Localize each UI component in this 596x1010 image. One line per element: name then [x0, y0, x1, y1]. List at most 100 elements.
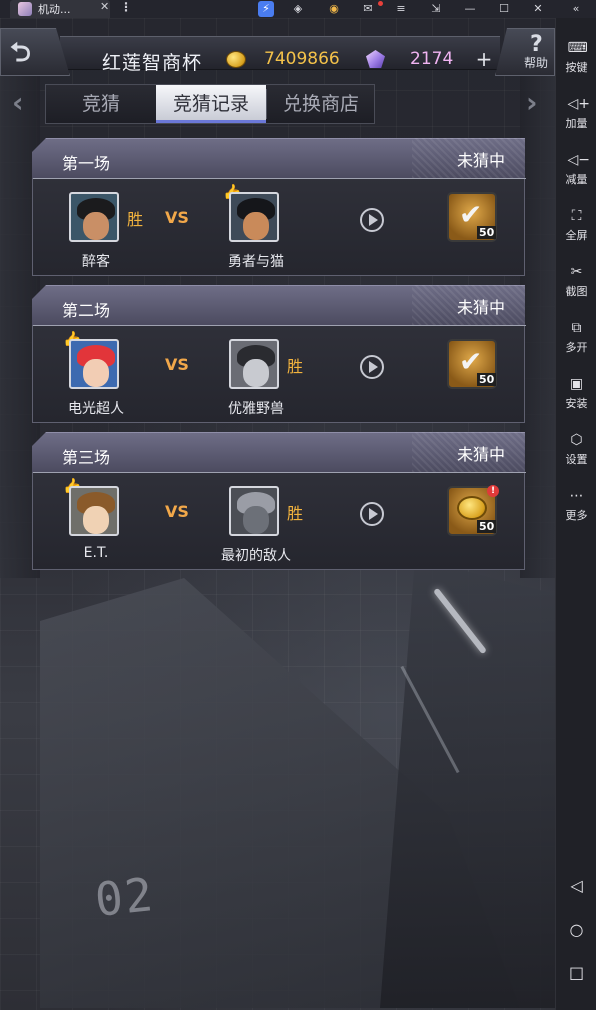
- mail-icon[interactable]: ✉: [360, 1, 376, 17]
- fighter-avatar-right[interactable]: [229, 192, 279, 242]
- avatar-face: [243, 506, 269, 534]
- sidebar-item-label: 全屏: [565, 229, 588, 242]
- sidebar-item-label: 多开: [565, 341, 588, 354]
- fighter-name-right: 最初的敌人: [221, 548, 291, 564]
- close-icon[interactable]: ✕: [530, 1, 546, 17]
- replay-button[interactable]: [360, 355, 384, 379]
- maximize-icon[interactable]: ☐: [496, 1, 512, 17]
- sidebar-item-keymap[interactable]: ⌨ 按键: [556, 40, 596, 75]
- menu-icon[interactable]: ≡: [393, 1, 409, 17]
- match-title: 第二场: [62, 301, 111, 320]
- sidebar-item-install-apk[interactable]: ▣ 安装: [556, 376, 596, 411]
- more-icon: ⋯: [569, 488, 584, 504]
- tab-prev-chevron-icon[interactable]: ‹: [12, 86, 24, 119]
- avatar-face: [243, 359, 269, 387]
- add-currency-button[interactable]: +: [474, 49, 494, 70]
- app-tab[interactable]: 机动... ✕: [10, 0, 110, 18]
- android-back-icon[interactable]: ◁: [556, 876, 596, 895]
- sidebar-item-volume-up[interactable]: ◁+ 加量: [556, 96, 596, 131]
- reward-item[interactable]: ✔ 50: [447, 192, 497, 242]
- gold-coins-icon: [457, 496, 487, 520]
- pin-icon[interactable]: ⇲: [428, 1, 444, 17]
- tab-guess[interactable]: 竞猜: [46, 85, 156, 123]
- match-status: 未猜中: [457, 445, 506, 464]
- boost-icon[interactable]: ⚡: [258, 1, 274, 17]
- avatar-face: [83, 359, 109, 387]
- collapse-sidebar-icon[interactable]: «: [568, 1, 584, 17]
- fighter-avatar-left[interactable]: [69, 339, 119, 389]
- help-label[interactable]: 帮助: [524, 54, 548, 71]
- fullscreen-icon: ⛶: [571, 208, 582, 224]
- tab-bar: 竞猜 竞猜记录 兑换商店: [45, 84, 375, 124]
- match-card: 第一场 未猜中 胜 VS 👍 醉客 勇者与猫 ✔ 50: [32, 138, 526, 276]
- avatar-face: [83, 212, 109, 240]
- avatar-face: [243, 212, 269, 240]
- game-screen: 02 ⮌ 红莲智商杯 7409866 2174 + ? 帮助 ‹ 竞猜 竞猜记录…: [0, 18, 555, 1010]
- emulator-sidebar: ⌨ 按键 ◁+ 加量 ◁− 减量 ⛶ 全屏 ✂ 截图 ⧉ 多开 ▣ 安装 ⬡ 设: [555, 18, 596, 1010]
- multi-instance-icon: ⧉: [571, 320, 582, 336]
- emulator-window: 机动... ✕ ⋮ ⚡ ◈ ◉ ✉ ≡ ⇲ — ☐ ✕ « 02 ⮌ 红莲智商杯: [0, 0, 596, 1010]
- scissors-icon: ✂: [570, 264, 583, 280]
- winner-tag: 胜: [287, 504, 304, 523]
- sidebar-item-screenshot[interactable]: ✂ 截图: [556, 264, 596, 299]
- tab-exchange-shop[interactable]: 兑换商店: [267, 85, 375, 123]
- sidebar-item-label: 设置: [565, 453, 588, 466]
- reward-item[interactable]: 50 !: [447, 485, 499, 536]
- volume-down-icon: ◁−: [567, 152, 591, 168]
- tab-title: 机动...: [38, 3, 71, 16]
- sidebar-item-label: 减量: [565, 173, 588, 186]
- sidebar-item-settings[interactable]: ⬡ 设置: [556, 432, 596, 467]
- fighter-name-left: E.T.: [83, 545, 109, 561]
- coin-balance: 7409866: [264, 49, 340, 69]
- minimize-icon[interactable]: —: [462, 1, 478, 17]
- match-card-body: 👍 VS 胜 电光超人 优雅野兽 ✔ 50: [32, 325, 526, 423]
- android-recents-icon[interactable]: □: [556, 963, 596, 982]
- gem-balance: 2174: [410, 49, 454, 69]
- match-card: 第三场 未猜中 👍 VS 胜 E.T. 最初的敌人 5: [32, 432, 526, 570]
- background-mech-number: 02: [92, 867, 158, 927]
- sidebar-item-more[interactable]: ⋯ 更多: [556, 488, 596, 523]
- match-status: 未猜中: [457, 151, 506, 170]
- sidebar-item-label: 截图: [565, 285, 588, 298]
- sidebar-item-fullscreen[interactable]: ⛶ 全屏: [556, 208, 596, 243]
- vs-label: VS: [165, 208, 189, 227]
- vs-label: VS: [165, 355, 189, 374]
- sidebar-item-label: 按键: [565, 61, 588, 74]
- coin-icon: [226, 51, 246, 68]
- sidebar-item-label: 更多: [565, 509, 588, 522]
- fighter-avatar-right[interactable]: [229, 339, 279, 389]
- fighter-name-right: 勇者与猫: [228, 254, 284, 270]
- tab-next-chevron-icon[interactable]: ›: [526, 86, 538, 119]
- emulator-logo-icon[interactable]: ◉: [326, 1, 342, 17]
- match-title: 第三场: [62, 448, 111, 467]
- winner-tag: 胜: [287, 357, 304, 376]
- replay-button[interactable]: [360, 208, 384, 232]
- fighter-avatar-left[interactable]: [69, 486, 119, 536]
- reward-quantity: 50: [477, 520, 497, 533]
- back-arrow-icon[interactable]: ⮌: [10, 34, 31, 78]
- reward-quantity: 50: [477, 226, 497, 239]
- replay-button[interactable]: [360, 502, 384, 526]
- keyboard-icon: ⌨: [567, 40, 588, 56]
- sidebar-item-multi-instance[interactable]: ⧉ 多开: [556, 320, 596, 355]
- match-title: 第一场: [62, 154, 111, 173]
- fighter-avatar-left[interactable]: [69, 192, 119, 242]
- sidebar-item-label: 加量: [565, 117, 588, 130]
- match-card-body: 胜 VS 👍 醉客 勇者与猫 ✔ 50: [32, 178, 526, 276]
- gamepad-icon[interactable]: ◈: [290, 1, 306, 17]
- tab-guess-history[interactable]: 竞猜记录: [156, 85, 266, 123]
- more-vertical-icon[interactable]: ⋮: [120, 0, 132, 14]
- tab-close-icon[interactable]: ✕: [100, 0, 109, 13]
- sidebar-item-volume-down[interactable]: ◁− 减量: [556, 152, 596, 187]
- match-card-body: 👍 VS 胜 E.T. 最初的敌人 50 !: [32, 472, 526, 570]
- reward-quantity: 50: [477, 373, 497, 386]
- android-home-icon[interactable]: ○: [556, 920, 596, 939]
- gear-icon: ⬡: [570, 432, 583, 448]
- app-icon: [18, 2, 32, 16]
- reward-item[interactable]: ✔ 50: [447, 339, 497, 389]
- reward-alert-badge: !: [487, 485, 499, 497]
- background-frame-right: [520, 58, 555, 578]
- match-card: 第二场 未猜中 👍 VS 胜 电光超人 优雅野兽 ✔ 5: [32, 285, 526, 423]
- fighter-avatar-right[interactable]: [229, 486, 279, 536]
- title-bar: 机动... ✕ ⋮ ⚡ ◈ ◉ ✉ ≡ ⇲ — ☐ ✕ «: [0, 0, 596, 18]
